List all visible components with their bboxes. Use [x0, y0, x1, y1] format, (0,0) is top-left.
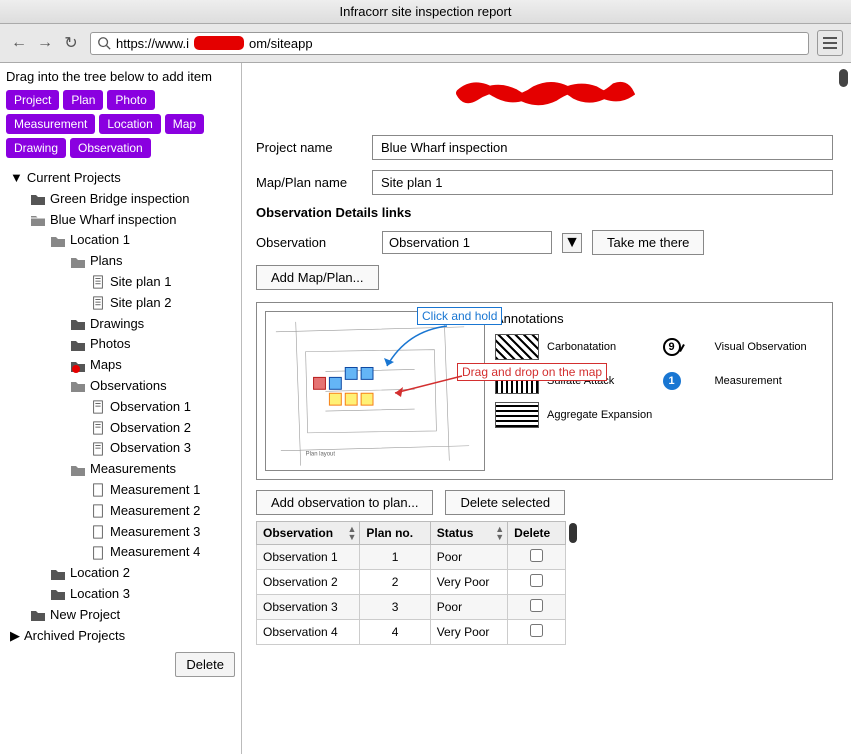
- observation-select[interactable]: Observation 1: [382, 231, 552, 254]
- reload-icon[interactable]: ↻: [60, 32, 82, 54]
- ann-visual-obs: Visual Observation: [715, 341, 825, 353]
- th-plan-no[interactable]: Plan no.: [360, 522, 430, 545]
- table-row[interactable]: Observation 33Poor: [257, 595, 566, 620]
- blue-arrow-icon: [377, 321, 457, 371]
- redacted-url: [194, 36, 244, 50]
- tree-location-1[interactable]: Location 1: [6, 230, 235, 251]
- plan-name-input[interactable]: [372, 170, 833, 195]
- chevron-down-icon[interactable]: ▼: [562, 233, 582, 253]
- tree-observations[interactable]: Observations: [6, 376, 235, 397]
- tree-meas-1[interactable]: Measurement 1: [6, 480, 235, 501]
- tree-meas-2[interactable]: Measurement 2: [6, 501, 235, 522]
- annotations-header: Annotations: [495, 311, 824, 326]
- th-observation[interactable]: Observation▲▼: [257, 522, 360, 545]
- tree-measurements[interactable]: Measurements: [6, 459, 235, 480]
- forward-icon[interactable]: →: [34, 32, 56, 54]
- tag-observation[interactable]: Observation: [70, 138, 151, 158]
- plan-name-label: Map/Plan name: [256, 175, 372, 190]
- window-title: Infracorr site inspection report: [0, 0, 851, 24]
- tag-drawing[interactable]: Drawing: [6, 138, 66, 158]
- tree-maps[interactable]: Maps: [6, 355, 235, 376]
- tree-obs-1[interactable]: Observation 1: [6, 397, 235, 418]
- browser-nav-bar: ← → ↻ https://www.i om/siteapp: [0, 24, 851, 63]
- tree-site-plan-1[interactable]: Site plan 1: [6, 272, 235, 293]
- tree-location-3[interactable]: Location 3: [6, 584, 235, 605]
- back-icon[interactable]: ←: [8, 32, 30, 54]
- tree-blue-wharf[interactable]: Blue Wharf inspection: [6, 210, 235, 231]
- tree-new-project[interactable]: New Project: [6, 605, 235, 626]
- table-row[interactable]: Observation 44Very Poor: [257, 620, 566, 645]
- map-panel: Plan layout Click and hold Drag and drop…: [256, 302, 833, 480]
- th-delete: Delete: [508, 522, 566, 545]
- delete-checkbox[interactable]: [530, 599, 543, 612]
- take-me-there-button[interactable]: Take me there: [592, 230, 704, 255]
- tree-photos[interactable]: Photos: [6, 334, 235, 355]
- url-suffix: om/siteapp: [249, 36, 313, 51]
- tag-map[interactable]: Map: [165, 114, 204, 134]
- search-icon: [97, 36, 111, 50]
- tag-location[interactable]: Location: [99, 114, 160, 134]
- tree-archived[interactable]: ▶ Archived Projects: [6, 626, 235, 647]
- tree-meas-3[interactable]: Measurement 3: [6, 522, 235, 543]
- tag-photo[interactable]: Photo: [107, 90, 154, 110]
- page-scrollbar[interactable]: [836, 69, 848, 748]
- tree-location-2[interactable]: Location 2: [6, 563, 235, 584]
- delete-checkbox[interactable]: [530, 574, 543, 587]
- marker-dot: [72, 365, 80, 373]
- delete-checkbox[interactable]: [530, 624, 543, 637]
- ann-measurement: Measurement: [715, 375, 825, 387]
- url-prefix: https://www.i: [116, 36, 189, 51]
- red-arrow-icon: [387, 371, 467, 401]
- tag-plan[interactable]: Plan: [63, 90, 103, 110]
- pin-measurement[interactable]: 1: [663, 372, 681, 390]
- ann-carbonatation: Carbonatation: [547, 341, 657, 353]
- project-name-label: Project name: [256, 140, 372, 155]
- tag-row: Project Plan Photo Measurement Location …: [6, 90, 235, 158]
- tree-current-projects[interactable]: ▼ Current Projects: [6, 168, 235, 189]
- main-panel: Project name Map/Plan name Observation D…: [242, 63, 851, 754]
- pin-visual-obs[interactable]: 9: [663, 338, 681, 356]
- tree-green-bridge[interactable]: Green Bridge inspection: [6, 189, 235, 210]
- delete-checkbox[interactable]: [530, 549, 543, 562]
- hint-drag-drop: Drag and drop on the map: [457, 363, 607, 381]
- add-map-plan-button[interactable]: Add Map/Plan...: [256, 265, 379, 290]
- table-row[interactable]: Observation 22Very Poor: [257, 570, 566, 595]
- tag-measurement[interactable]: Measurement: [6, 114, 95, 134]
- tag-project[interactable]: Project: [6, 90, 59, 110]
- tree-plans[interactable]: Plans: [6, 251, 235, 272]
- th-status[interactable]: Status▲▼: [430, 522, 507, 545]
- svg-text:Plan layout: Plan layout: [306, 452, 336, 458]
- hamburger-icon[interactable]: [817, 30, 843, 56]
- delete-selected-button[interactable]: Delete selected: [445, 490, 565, 515]
- tree-site-plan-2[interactable]: Site plan 2: [6, 293, 235, 314]
- table-scrollbar[interactable]: [566, 521, 580, 641]
- project-tree: ▼ Current Projects Green Bridge inspecti…: [6, 168, 235, 646]
- tree-meas-4[interactable]: Measurement 4: [6, 542, 235, 563]
- observations-table: Observation▲▼ Plan no. Status▲▼ Delete O…: [256, 521, 566, 645]
- details-header: Observation Details links: [256, 205, 833, 220]
- tree-drawings[interactable]: Drawings: [6, 314, 235, 335]
- sidebar: Drag into the tree below to add item Pro…: [0, 63, 242, 754]
- swatch-carbonatation[interactable]: [495, 334, 539, 360]
- url-input[interactable]: https://www.i om/siteapp: [90, 32, 809, 55]
- redacted-logo: [455, 75, 635, 111]
- delete-button[interactable]: Delete: [175, 652, 235, 677]
- tree-obs-2[interactable]: Observation 2: [6, 418, 235, 439]
- ann-aggregate: Aggregate Expansion: [547, 409, 657, 421]
- observation-label: Observation: [256, 235, 372, 250]
- swatch-aggregate[interactable]: [495, 402, 539, 428]
- table-row[interactable]: Observation 11Poor: [257, 545, 566, 570]
- add-observation-button[interactable]: Add observation to plan...: [256, 490, 433, 515]
- project-name-input[interactable]: [372, 135, 833, 160]
- tree-obs-3[interactable]: Observation 3: [6, 438, 235, 459]
- drag-instruction: Drag into the tree below to add item: [6, 69, 235, 84]
